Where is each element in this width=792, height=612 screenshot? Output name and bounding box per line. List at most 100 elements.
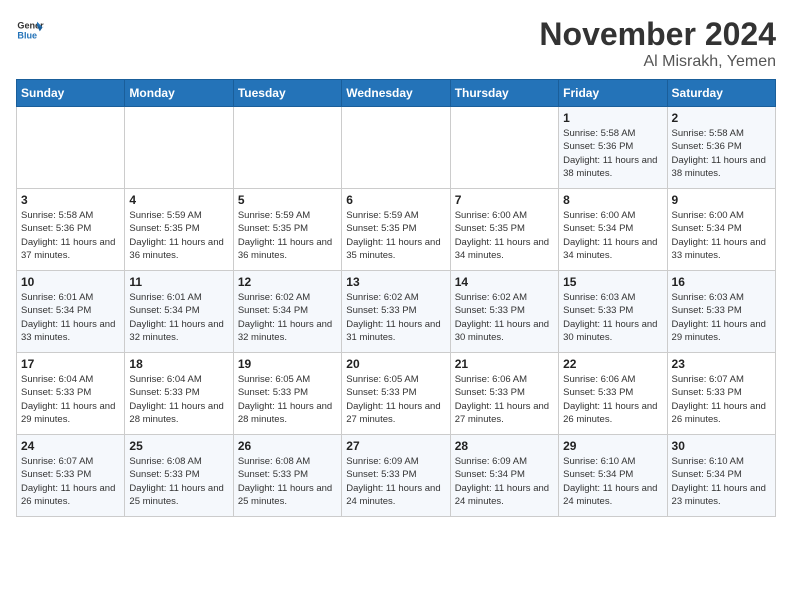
day-info: Sunrise: 6:08 AM Sunset: 5:33 PM Dayligh… (238, 455, 337, 508)
day-number: 9 (672, 193, 771, 207)
calendar-cell: 3Sunrise: 5:58 AM Sunset: 5:36 PM Daylig… (17, 189, 125, 271)
day-number: 5 (238, 193, 337, 207)
day-info: Sunrise: 6:07 AM Sunset: 5:33 PM Dayligh… (672, 373, 771, 426)
day-info: Sunrise: 6:04 AM Sunset: 5:33 PM Dayligh… (129, 373, 228, 426)
day-info: Sunrise: 6:03 AM Sunset: 5:33 PM Dayligh… (563, 291, 662, 344)
calendar-cell: 23 Sunrise: 6:07 AM Sunset: 5:33 PM Dayli… (667, 353, 775, 435)
day-number: 29 (563, 439, 662, 453)
day-number: 11 (129, 275, 228, 289)
day-number: 15 (563, 275, 662, 289)
day-number: 6 (346, 193, 445, 207)
day-number: 4 (129, 193, 228, 207)
calendar-cell: 16 Sunrise: 6:03 AM Sunset: 5:33 PM Dayli… (667, 271, 775, 353)
calendar-week-3: 17Sunrise: 6:04 AM Sunset: 5:33 PM Dayli… (17, 353, 776, 435)
location-subtitle: Al Misrakh, Yemen (539, 53, 776, 71)
calendar-cell: 8 Sunrise: 6:00 AM Sunset: 5:34 PM Daylig… (559, 189, 667, 271)
day-info: Sunrise: 6:00 AM Sunset: 5:34 PM Dayligh… (563, 209, 662, 262)
day-info: Sunrise: 5:58 AM Sunset: 5:36 PM Dayligh… (21, 209, 120, 262)
calendar-cell: 25 Sunrise: 6:08 AM Sunset: 5:33 PM Dayli… (125, 435, 233, 517)
day-number: 7 (455, 193, 554, 207)
calendar-cell: 22 Sunrise: 6:06 AM Sunset: 5:33 PM Dayli… (559, 353, 667, 435)
day-number: 14 (455, 275, 554, 289)
day-info: Sunrise: 5:59 AM Sunset: 5:35 PM Dayligh… (129, 209, 228, 262)
weekday-header-saturday: Saturday (667, 80, 775, 107)
day-info: Sunrise: 6:10 AM Sunset: 5:34 PM Dayligh… (672, 455, 771, 508)
day-number: 24 (21, 439, 120, 453)
weekday-header-monday: Monday (125, 80, 233, 107)
calendar-cell (233, 107, 341, 189)
calendar-cell: 30 Sunrise: 6:10 AM Sunset: 5:34 PM Dayli… (667, 435, 775, 517)
title-block: November 2024 Al Misrakh, Yemen (539, 16, 776, 71)
calendar-cell (342, 107, 450, 189)
day-info: Sunrise: 6:06 AM Sunset: 5:33 PM Dayligh… (563, 373, 662, 426)
day-number: 19 (238, 357, 337, 371)
day-number: 26 (238, 439, 337, 453)
calendar-cell: 20 Sunrise: 6:05 AM Sunset: 5:33 PM Dayli… (342, 353, 450, 435)
day-info: Sunrise: 6:08 AM Sunset: 5:33 PM Dayligh… (129, 455, 228, 508)
calendar-cell: 19 Sunrise: 6:05 AM Sunset: 5:33 PM Dayli… (233, 353, 341, 435)
calendar-cell: 13 Sunrise: 6:02 AM Sunset: 5:33 PM Dayli… (342, 271, 450, 353)
day-number: 2 (672, 111, 771, 125)
logo-icon: General Blue (16, 16, 44, 44)
calendar-week-1: 3Sunrise: 5:58 AM Sunset: 5:36 PM Daylig… (17, 189, 776, 271)
day-number: 27 (346, 439, 445, 453)
calendar-cell: 12Sunrise: 6:02 AM Sunset: 5:34 PM Dayli… (233, 271, 341, 353)
calendar-cell: 29 Sunrise: 6:10 AM Sunset: 5:34 PM Dayli… (559, 435, 667, 517)
day-number: 1 (563, 111, 662, 125)
calendar-cell: 10Sunrise: 6:01 AM Sunset: 5:34 PM Dayli… (17, 271, 125, 353)
calendar-body: 1 Sunrise: 5:58 AM Sunset: 5:36 PM Daylig… (17, 107, 776, 517)
calendar-cell: 21 Sunrise: 6:06 AM Sunset: 5:33 PM Dayli… (450, 353, 558, 435)
weekday-header-row: SundayMondayTuesdayWednesdayThursdayFrid… (17, 80, 776, 107)
day-info: Sunrise: 5:59 AM Sunset: 5:35 PM Dayligh… (238, 209, 337, 262)
calendar-table: SundayMondayTuesdayWednesdayThursdayFrid… (16, 79, 776, 517)
calendar-cell: 17Sunrise: 6:04 AM Sunset: 5:33 PM Dayli… (17, 353, 125, 435)
weekday-header-wednesday: Wednesday (342, 80, 450, 107)
day-info: Sunrise: 6:04 AM Sunset: 5:33 PM Dayligh… (21, 373, 120, 426)
day-info: Sunrise: 6:09 AM Sunset: 5:34 PM Dayligh… (455, 455, 554, 508)
day-number: 16 (672, 275, 771, 289)
page-header: General Blue November 2024 Al Misrakh, Y… (16, 16, 776, 71)
calendar-cell: 24Sunrise: 6:07 AM Sunset: 5:33 PM Dayli… (17, 435, 125, 517)
day-info: Sunrise: 6:00 AM Sunset: 5:34 PM Dayligh… (672, 209, 771, 262)
calendar-week-4: 24Sunrise: 6:07 AM Sunset: 5:33 PM Dayli… (17, 435, 776, 517)
calendar-cell: 6 Sunrise: 5:59 AM Sunset: 5:35 PM Daylig… (342, 189, 450, 271)
day-info: Sunrise: 6:02 AM Sunset: 5:34 PM Dayligh… (238, 291, 337, 344)
calendar-cell: 27Sunrise: 6:09 AM Sunset: 5:33 PM Dayli… (342, 435, 450, 517)
calendar-cell: 15 Sunrise: 6:03 AM Sunset: 5:33 PM Dayli… (559, 271, 667, 353)
day-info: Sunrise: 6:10 AM Sunset: 5:34 PM Dayligh… (563, 455, 662, 508)
weekday-header-friday: Friday (559, 80, 667, 107)
calendar-cell: 18 Sunrise: 6:04 AM Sunset: 5:33 PM Dayli… (125, 353, 233, 435)
calendar-cell: 26 Sunrise: 6:08 AM Sunset: 5:33 PM Dayli… (233, 435, 341, 517)
calendar-cell (450, 107, 558, 189)
day-info: Sunrise: 6:02 AM Sunset: 5:33 PM Dayligh… (346, 291, 445, 344)
day-number: 23 (672, 357, 771, 371)
day-info: Sunrise: 6:05 AM Sunset: 5:33 PM Dayligh… (346, 373, 445, 426)
weekday-header-tuesday: Tuesday (233, 80, 341, 107)
day-number: 30 (672, 439, 771, 453)
day-number: 25 (129, 439, 228, 453)
day-number: 21 (455, 357, 554, 371)
calendar-cell: 5 Sunrise: 5:59 AM Sunset: 5:35 PM Daylig… (233, 189, 341, 271)
calendar-cell: 11 Sunrise: 6:01 AM Sunset: 5:34 PM Dayli… (125, 271, 233, 353)
calendar-cell: 9 Sunrise: 6:00 AM Sunset: 5:34 PM Daylig… (667, 189, 775, 271)
calendar-cell: 2Sunrise: 5:58 AM Sunset: 5:36 PM Daylig… (667, 107, 775, 189)
day-number: 8 (563, 193, 662, 207)
day-number: 22 (563, 357, 662, 371)
day-number: 20 (346, 357, 445, 371)
day-info: Sunrise: 6:05 AM Sunset: 5:33 PM Dayligh… (238, 373, 337, 426)
day-info: Sunrise: 6:03 AM Sunset: 5:33 PM Dayligh… (672, 291, 771, 344)
day-info: Sunrise: 6:02 AM Sunset: 5:33 PM Dayligh… (455, 291, 554, 344)
day-number: 13 (346, 275, 445, 289)
day-info: Sunrise: 5:59 AM Sunset: 5:35 PM Dayligh… (346, 209, 445, 262)
calendar-cell: 1 Sunrise: 5:58 AM Sunset: 5:36 PM Daylig… (559, 107, 667, 189)
calendar-cell (17, 107, 125, 189)
day-info: Sunrise: 6:06 AM Sunset: 5:33 PM Dayligh… (455, 373, 554, 426)
calendar-cell: 28Sunrise: 6:09 AM Sunset: 5:34 PM Dayli… (450, 435, 558, 517)
calendar-week-2: 10Sunrise: 6:01 AM Sunset: 5:34 PM Dayli… (17, 271, 776, 353)
logo: General Blue (16, 16, 44, 44)
day-number: 18 (129, 357, 228, 371)
day-info: Sunrise: 6:01 AM Sunset: 5:34 PM Dayligh… (129, 291, 228, 344)
calendar-cell: 7Sunrise: 6:00 AM Sunset: 5:35 PM Daylig… (450, 189, 558, 271)
weekday-header-sunday: Sunday (17, 80, 125, 107)
day-info: Sunrise: 5:58 AM Sunset: 5:36 PM Dayligh… (563, 127, 662, 180)
